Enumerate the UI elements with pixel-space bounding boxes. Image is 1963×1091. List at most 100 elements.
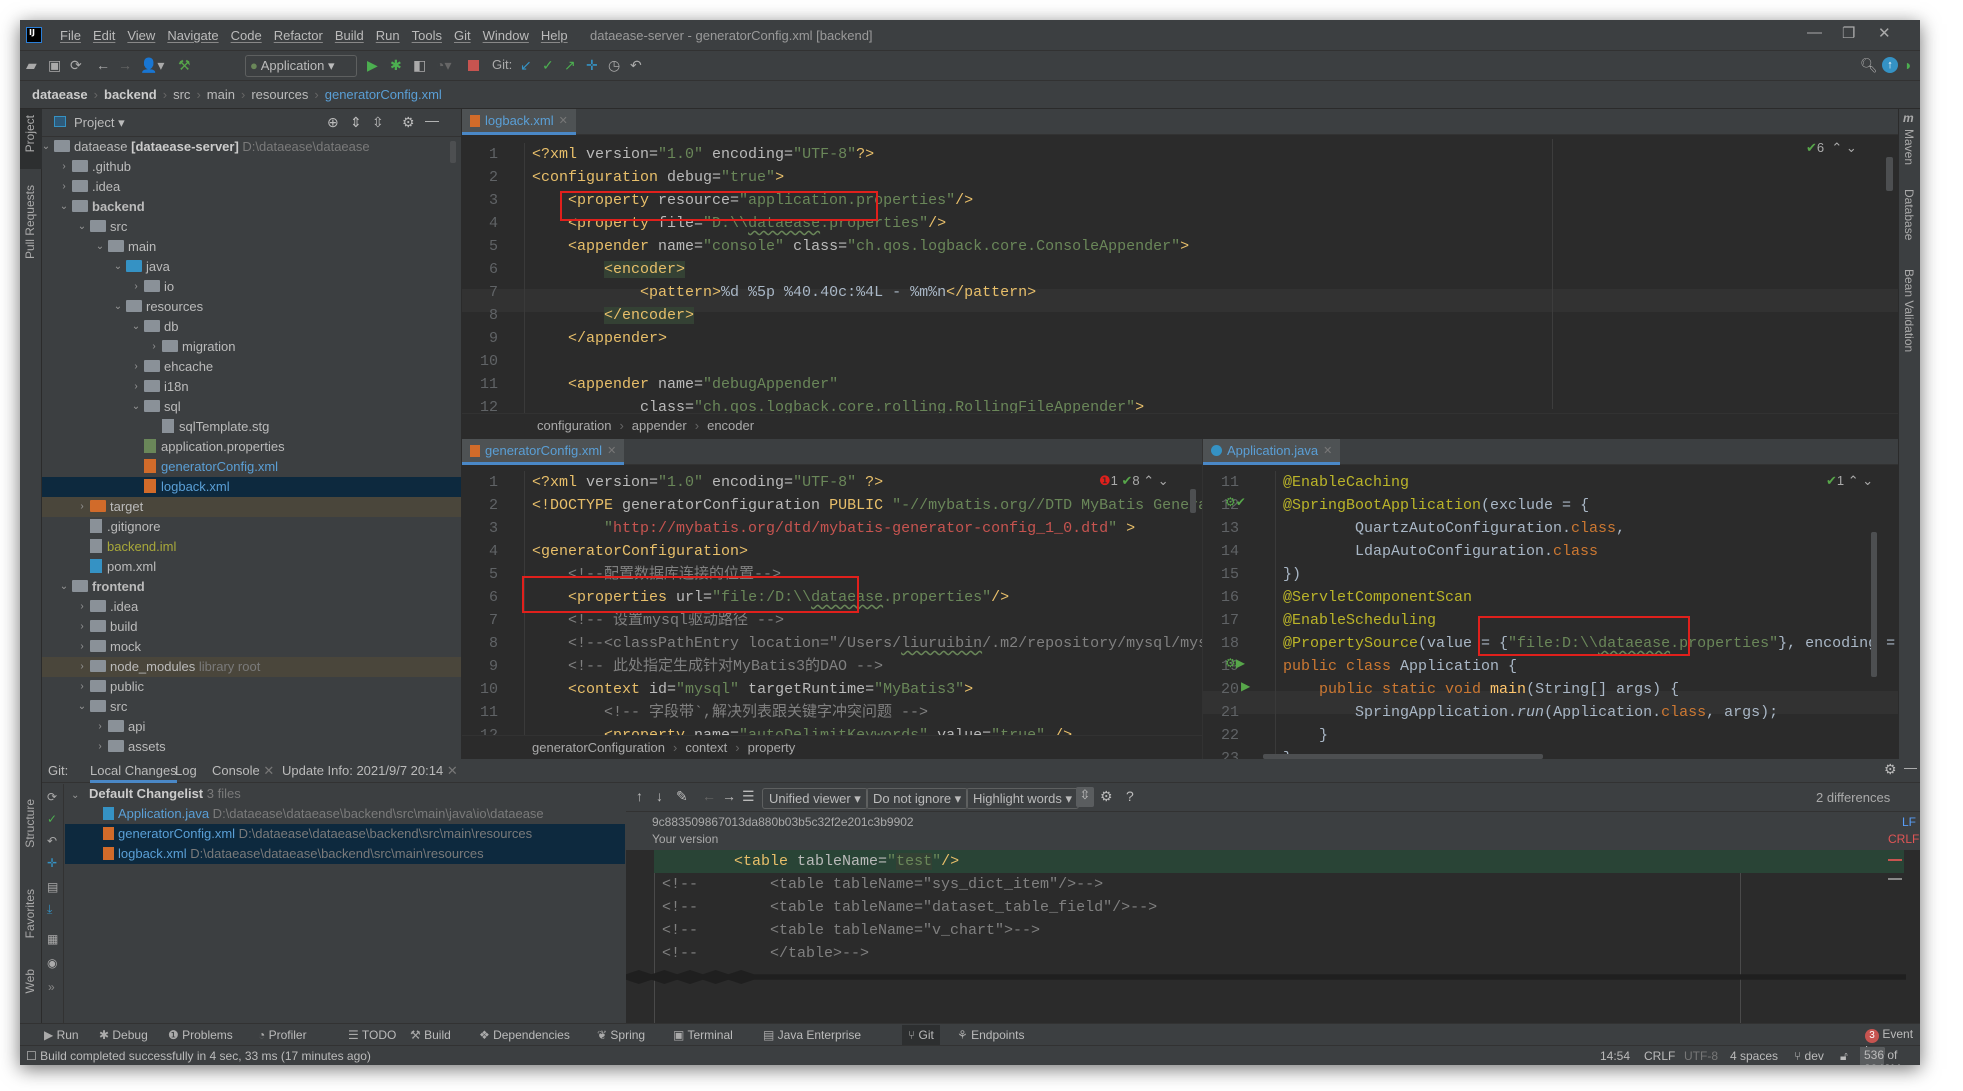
code-area[interactable]: 11 @EnableCaching 12 @SpringBootApplication…: [1203, 471, 1898, 759]
code-area[interactable]: 1 <?xml version="1.0" encoding="UTF-8"?> 2…: [462, 143, 1898, 416]
chevron-down-icon[interactable]: ⌄: [58, 577, 70, 597]
diff-line[interactable]: <!-- <table tableName="v_chart">-->: [662, 919, 1912, 942]
tool-button-dependencies[interactable]: ❖ Dependencies: [479, 1028, 570, 1042]
tree-item[interactable]: backend.iml: [42, 537, 461, 557]
tree-item[interactable]: application.properties: [42, 437, 461, 457]
tool-button-profiler[interactable]: ◔ Profiler: [258, 1028, 307, 1042]
chevron-right-icon[interactable]: ›: [76, 637, 88, 657]
code-line[interactable]: }): [1283, 563, 1301, 586]
lock-icon[interactable]: 🔓︎: [1840, 1049, 1848, 1064]
code-line[interactable]: <context id="mysql" targetRuntime="MyBat…: [532, 678, 973, 701]
menu-tools[interactable]: Tools: [407, 28, 447, 43]
project-tool-button[interactable]: Project: [23, 115, 37, 152]
chevron-down-icon[interactable]: ⌄: [130, 317, 142, 337]
code-line[interactable]: LdapAutoConfiguration.class: [1283, 540, 1598, 563]
run-configuration-select[interactable]: ● Application ▾: [245, 55, 357, 77]
tab-log[interactable]: Log: [175, 763, 197, 778]
chevron-down-icon[interactable]: ⌄: [76, 217, 88, 237]
tree-item[interactable]: sqlTemplate.stg: [42, 417, 461, 437]
editor-scrollbar[interactable]: [1190, 489, 1196, 513]
chevron-down-icon[interactable]: ⌄: [76, 697, 88, 717]
menu-refactor[interactable]: Refactor: [269, 28, 328, 43]
tree-item[interactable]: ⌄ resources: [42, 297, 461, 317]
chevron-down-icon[interactable]: ⌄: [112, 257, 124, 277]
changed-file-item[interactable]: Application.java D:\dataease\dataease\ba…: [65, 804, 625, 824]
commit-icon[interactable]: ✓: [47, 812, 57, 826]
tool-button-spring[interactable]: ❦ Spring: [597, 1028, 645, 1042]
code-line[interactable]: SpringApplication.run(Application.class,…: [1283, 701, 1778, 724]
chevron-right-icon[interactable]: ›: [76, 677, 88, 697]
breadcrumb-generatorconfig-xml[interactable]: generatorConfig.xml: [325, 87, 442, 102]
settings-gear-icon[interactable]: ⚙: [402, 114, 415, 131]
tree-item[interactable]: ⌄ dataease [dataease-server] D:\dataease\…: [42, 137, 461, 157]
code-line[interactable]: @EnableCaching: [1283, 471, 1409, 494]
breadcrumb-src[interactable]: src: [173, 87, 190, 102]
breadcrumb-configuration[interactable]: configuration: [537, 418, 611, 433]
tab-update-info[interactable]: Update Info: 2021/9/7 20:14 ✕: [282, 763, 458, 779]
tree-item[interactable]: › target: [42, 497, 461, 517]
tool-button-run[interactable]: ▶ Run: [44, 1028, 79, 1042]
diff-line[interactable]: <!-- <table tableName="dataset_table_fie…: [662, 896, 1912, 919]
code-line[interactable]: "http://mybatis.org/dtd/mybatis-generato…: [532, 517, 1135, 540]
code-line[interactable]: </encoder>: [532, 304, 695, 327]
code-line[interactable]: <?xml version="1.0" encoding="UTF-8" ?>: [532, 471, 883, 494]
tree-item[interactable]: ⌄ db: [42, 317, 461, 337]
tool-button-build[interactable]: ⚒ Build: [410, 1028, 451, 1042]
changed-file-item[interactable]: logback.xml D:\dataease\dataease\backend…: [65, 844, 625, 864]
chevron-right-icon[interactable]: ›: [76, 597, 88, 617]
tree-item[interactable]: ⌄ main: [42, 237, 461, 257]
tree-item[interactable]: › i18n: [42, 377, 461, 397]
inspection-widget[interactable]: ✔1 ⌃ ⌄: [1826, 473, 1873, 489]
coverage-icon[interactable]: ◧: [413, 57, 426, 73]
code-line[interactable]: <generatorConfiguration>: [532, 540, 748, 563]
view-options-icon[interactable]: ◉: [47, 956, 57, 970]
build-hammer-icon[interactable]: ⚒: [178, 57, 191, 73]
tree-item[interactable]: › .idea: [42, 597, 461, 617]
close-tab-icon[interactable]: ✕: [607, 444, 616, 457]
tree-item[interactable]: › build: [42, 617, 461, 637]
code-line[interactable]: </appender>: [532, 327, 667, 350]
back-icon[interactable]: ←: [96, 57, 110, 73]
collapse-unchanged-icon[interactable]: ⇳: [1076, 787, 1094, 807]
maven-tool-button[interactable]: Maven: [1902, 129, 1916, 165]
caret-position[interactable]: 14:54: [1600, 1049, 1630, 1063]
close-tab-icon[interactable]: ✕: [1323, 444, 1332, 457]
tree-item[interactable]: › io: [42, 277, 461, 297]
next-file-icon[interactable]: →: [722, 788, 736, 804]
search-icon[interactable]: 🔍︎: [1860, 57, 1878, 73]
menu-build[interactable]: Build: [330, 28, 369, 43]
code-line[interactable]: <?xml version="1.0" encoding="UTF-8"?>: [532, 143, 874, 166]
more-icon[interactable]: »: [48, 980, 55, 994]
chevron-right-icon[interactable]: ›: [130, 357, 142, 377]
chevron-down-icon[interactable]: ⌄: [94, 237, 106, 257]
breadcrumb-property[interactable]: property: [748, 740, 796, 755]
run-icon[interactable]: ▶: [367, 57, 378, 73]
chevron-right-icon[interactable]: ›: [94, 737, 106, 757]
editor-scrollbar[interactable]: [1886, 157, 1893, 191]
rollback-icon[interactable]: ↶: [47, 834, 57, 848]
editor-scrollbar[interactable]: [1871, 532, 1877, 677]
chevron-down-icon[interactable]: ⌄: [40, 137, 52, 157]
menu-view[interactable]: View: [122, 28, 160, 43]
code-line[interactable]: <!-- 此处指定生成针对MyBatis3的DAO -->: [532, 655, 883, 678]
open-folder-icon[interactable]: ▰: [26, 57, 37, 73]
ignore-whitespace-select[interactable]: Do not ignore ▾: [866, 788, 969, 809]
code-line[interactable]: <appender name="console" class="ch.qos.l…: [532, 235, 1189, 258]
inspection-widget[interactable]: ❶1 ✔8 ⌃ ⌄: [1099, 473, 1169, 489]
tree-item[interactable]: › .github: [42, 157, 461, 177]
refresh-icon[interactable]: ⟳: [47, 790, 57, 804]
collapse-all-icon[interactable]: ⇳: [372, 114, 384, 131]
edit-source-icon[interactable]: ✎: [676, 788, 688, 805]
tree-item[interactable]: › public: [42, 677, 461, 697]
chevron-right-icon[interactable]: ›: [94, 717, 106, 737]
project-view-select[interactable]: Project ▾: [74, 115, 125, 131]
tool-button-java-enterprise[interactable]: ▤ Java Enterprise: [763, 1028, 861, 1042]
menu-run[interactable]: Run: [371, 28, 405, 43]
favorites-tool-button[interactable]: Favorites: [23, 889, 37, 938]
breadcrumb-context[interactable]: context: [685, 740, 727, 755]
menu-git[interactable]: Git: [449, 28, 476, 43]
tool-button-problems[interactable]: ❶ Problems: [168, 1028, 233, 1042]
tree-item[interactable]: ⌄ sql: [42, 397, 461, 417]
project-scrollbar[interactable]: [450, 141, 456, 163]
file-list-icon[interactable]: ☰: [742, 788, 755, 805]
